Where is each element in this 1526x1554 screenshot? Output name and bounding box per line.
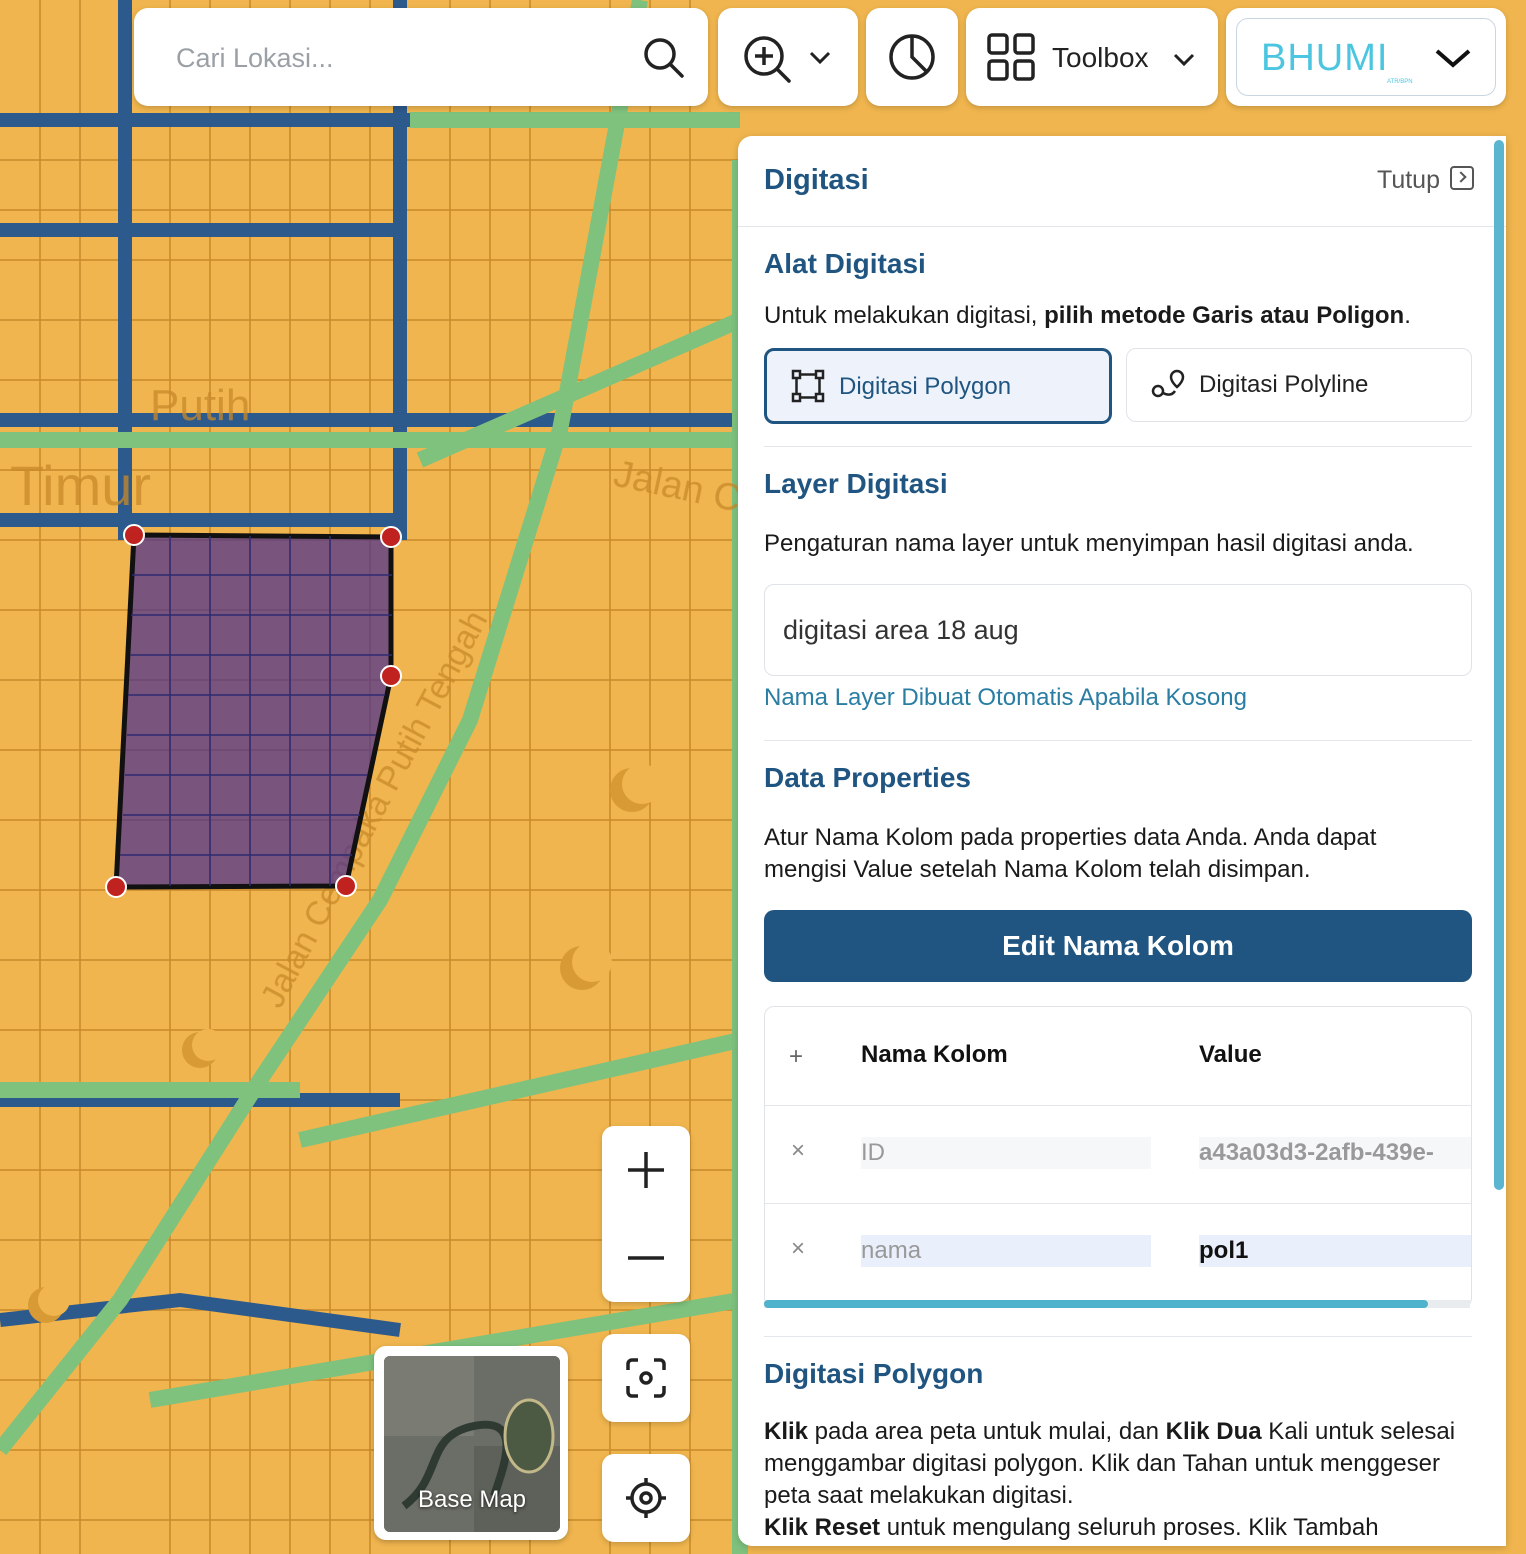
row-name-value: ID [861,1139,885,1166]
locate-me-button[interactable] [602,1454,690,1542]
layer-hint: Nama Layer Dibuat Otomatis Apabila Koson… [764,684,1247,711]
column-header-name: Nama Kolom [861,1041,1008,1068]
remove-row-button[interactable]: × [791,1235,805,1263]
digitasi-polyline-label: Digitasi Polyline [1199,371,1369,398]
zoom-tool-button[interactable] [718,8,858,106]
zoom-in-icon [744,36,791,83]
scrollbar-thumb[interactable] [764,1300,1428,1308]
fit-extent-button[interactable] [602,1334,690,1422]
polygon-vertex [380,665,402,687]
row-name-value: nama [861,1237,922,1264]
table-header: + Nama Kolom Value [765,1007,1471,1106]
edit-column-button[interactable]: Edit Nama Kolom [764,910,1472,982]
close-icon [1450,166,1474,190]
digitasi-panel: Digitasi Tutup Alat Digitasi Untuk melak… [738,136,1506,1546]
layer-name-input[interactable] [781,609,1445,651]
tools-heading: Alat Digitasi [764,248,926,279]
digitized-polygon[interactable] [105,524,402,898]
layer-text: Pengaturan nama layer untuk menyimpan ha… [764,530,1414,557]
toolbox-label: Toolbox [1052,42,1149,73]
polygon-help-text: Klik pada area peta untuk mulai, dan Kli… [764,1418,1456,1541]
properties-table: + Nama Kolom Value × ID a43a03d3-2afb-43… [764,1006,1472,1308]
chevron-down-icon [809,51,831,65]
basemap-switcher[interactable]: Base Map [374,1346,568,1540]
basemap-label: Base Map [417,1486,527,1513]
zoom-in-button[interactable] [624,1148,668,1192]
props-heading: Data Properties [764,762,971,793]
row-value-text: pol1 [1199,1237,1249,1264]
close-label: Tutup [1376,166,1440,194]
table-row: × ID a43a03d3-2afb-439e- [765,1105,1471,1204]
polygon-help-heading: Digitasi Polygon [764,1358,984,1389]
chevron-down-icon [1435,49,1471,68]
search-input[interactable] [174,36,618,80]
search-box[interactable] [134,8,708,106]
zoom-controls [602,1126,690,1302]
zoom-out-button[interactable] [624,1236,668,1280]
svg-text:Putih: Putih [150,381,250,430]
row-name-field[interactable] [861,1137,1151,1169]
bhumi-logo: BHUMI [1261,37,1389,79]
analysis-button[interactable] [866,8,958,106]
brand-selector[interactable]: BHUMI ATR/BPN [1226,8,1506,106]
remove-row-button[interactable]: × [791,1137,805,1165]
polygon-vertex [380,526,402,548]
close-button[interactable]: Tutup [1377,166,1474,195]
polygon-vertex [105,876,127,898]
layer-name-field[interactable] [764,584,1472,676]
polygon-vertex [123,524,145,546]
svg-text:Timur: Timur [10,454,151,517]
grid-icon [987,33,1035,81]
add-column-button[interactable]: + [789,1043,803,1071]
divider [764,446,1472,447]
focus-icon [626,1358,666,1398]
digitasi-polyline-button[interactable]: Digitasi Polyline [1126,348,1472,422]
pie-chart-icon [889,34,935,80]
digitasi-polygon-label: Digitasi Polygon [839,373,1012,400]
panel-scrollbar[interactable] [1494,140,1504,1190]
polygon-tool-icon [791,369,825,403]
polygon-vertex [335,875,357,897]
table-row: × nama pol1 [765,1203,1471,1301]
bhumi-logo-sub: ATR/BPN [1387,79,1413,85]
digitasi-polygon-button[interactable]: Digitasi Polygon [764,348,1112,424]
divider [764,1336,1472,1337]
panel-title: Digitasi [764,164,869,196]
chevron-down-icon [1173,53,1195,67]
toolbox-button[interactable]: Toolbox [966,8,1218,106]
crosshair-icon [626,1478,666,1518]
brand-frame: BHUMI ATR/BPN [1236,18,1496,96]
column-header-value: Value [1199,1041,1262,1068]
search-icon[interactable] [642,36,686,80]
polyline-tool-icon [1151,369,1185,398]
props-text: Atur Nama Kolom pada properties data And… [764,824,1377,883]
tools-text: Untuk melakukan digitasi, pilih metode G… [764,302,1411,329]
divider [738,226,1506,227]
row-value-text: a43a03d3-2afb-439e- [1199,1139,1434,1166]
layer-heading: Layer Digitasi [764,468,948,499]
table-horizontal-scrollbar[interactable] [764,1300,1470,1308]
divider [764,740,1472,741]
